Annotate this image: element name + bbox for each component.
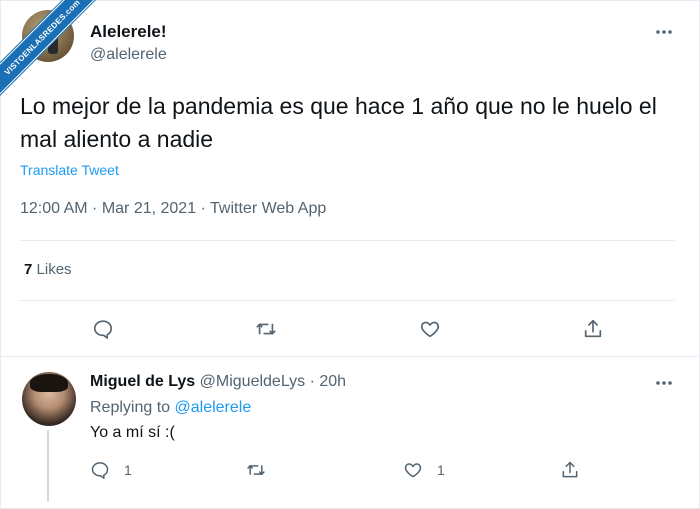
likes-label: Likes <box>36 261 72 278</box>
retweet-button[interactable] <box>253 316 279 342</box>
replying-mention-link[interactable]: @alelerele <box>175 399 252 416</box>
section-divider <box>0 356 700 357</box>
replying-to: Replying to @alelerele <box>90 399 251 417</box>
reply-icon <box>91 462 109 479</box>
likes-stat[interactable]: 7 Likes <box>24 261 72 278</box>
likes-count: 7 <box>24 261 33 278</box>
reply-like-button[interactable]: 1 <box>403 459 445 481</box>
reply-reply-button[interactable]: 1 <box>90 459 132 481</box>
like-button[interactable] <box>417 316 443 342</box>
tweet-metadata[interactable]: 12:00 AM · Mar 21, 2021 · Twitter Web Ap… <box>20 200 326 218</box>
reply-share-button[interactable] <box>560 459 580 481</box>
reply-count: 1 <box>124 462 132 478</box>
share-button[interactable] <box>580 316 606 342</box>
reply-text: Yo a mí sí :( <box>90 424 175 441</box>
reply-author-name[interactable]: Miguel de Lys <box>90 373 195 390</box>
divider <box>20 300 675 301</box>
divider <box>20 240 675 241</box>
reply-retweet-button[interactable] <box>246 459 280 481</box>
share-icon <box>562 461 578 478</box>
retweet-icon <box>256 323 276 335</box>
thread-line <box>47 430 49 502</box>
like-count: 1 <box>437 462 445 478</box>
retweet-icon <box>247 465 265 475</box>
share-icon <box>584 319 602 338</box>
tweet-text: Lo mejor de la pandemia es que hace 1 añ… <box>20 93 657 152</box>
reply-button[interactable] <box>90 316 116 342</box>
more-options-icon[interactable] <box>654 22 674 42</box>
reply-icon <box>93 320 113 339</box>
translate-tweet-link[interactable]: Translate Tweet <box>20 162 119 178</box>
replying-prefix: Replying to <box>90 399 171 416</box>
watermark-text: VISTOENLASREDES.com <box>0 0 107 102</box>
reply-author-handle-time[interactable]: @MigueldeLys · 20h <box>200 373 346 390</box>
reply-more-options-icon[interactable] <box>654 373 674 393</box>
watermark-ribbon: VISTOENLASREDES.com <box>0 0 110 110</box>
reply-header: Miguel de Lys @MigueldeLys · 20h <box>90 373 346 391</box>
reply-author-avatar[interactable] <box>22 372 76 426</box>
heart-icon <box>404 463 422 478</box>
heart-icon <box>420 321 440 338</box>
